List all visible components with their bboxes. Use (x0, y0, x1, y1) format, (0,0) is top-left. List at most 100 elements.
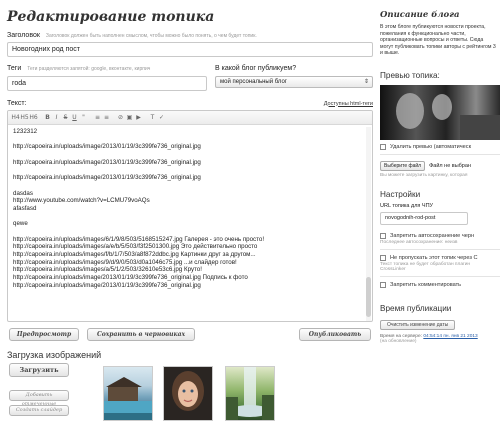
editor-line: http://capoeira.in/uploads/images/9/d/9/… (13, 258, 237, 266)
editor-line: afasfasd (13, 204, 37, 212)
quote-icon[interactable]: " (79, 114, 88, 121)
autosave-checkbox[interactable] (380, 232, 386, 239)
no-comments-checkbox[interactable] (380, 281, 386, 288)
title-input[interactable]: Новогодних род пост (7, 42, 373, 57)
editor-toolbar: H4 H5 H6 B I S U " ≡ ≡ ⊘ ▣ ▶ T ✓ (8, 111, 372, 125)
tags-label-row: Теги Теги разделяются запятой: google, в… (7, 65, 207, 72)
clear-format-icon[interactable]: T (148, 114, 157, 121)
publish-button[interactable]: Опубликовать (299, 328, 371, 341)
blog-desc-title: Описание блога (380, 10, 460, 20)
tags-blog-row: Теги Теги разделяются запятой: google, в… (7, 65, 373, 91)
uploaded-image-1[interactable] (103, 366, 153, 421)
portrait-image (172, 371, 204, 411)
divider (380, 153, 500, 155)
editor-line: http://capoeira.in/uploads/image/2013/01… (13, 281, 201, 289)
editor-line: http://capoeira.in/uploads/images/a/e/b/… (13, 243, 258, 251)
blog-select[interactable]: мой персональный блог ⇕ (215, 76, 373, 88)
h4-button[interactable]: H4 (11, 114, 20, 121)
image-icon[interactable]: ▣ (125, 114, 134, 121)
editor-scrollbar[interactable] (366, 127, 371, 321)
delete-preview-label: Удалить превью (автоматическ (390, 143, 472, 150)
editor-line: http://capoeira.in/uploads/images/f/b/1/… (13, 251, 256, 258)
waterfall-image (226, 367, 274, 420)
uploads-title: Загрузка изображений (7, 350, 102, 360)
tags-label: Теги (7, 65, 22, 72)
tags-input[interactable]: roda (7, 76, 207, 91)
editor-line: qewe (13, 220, 28, 228)
tags-hint: Теги разделяются запятой: google, вконта… (27, 65, 151, 72)
tags-group: Теги Теги разделяются запятой: google, в… (7, 65, 207, 91)
unordered-list-icon[interactable]: ≡ (93, 114, 102, 121)
divider (380, 275, 500, 277)
crosslinker-text: CrossLinker (380, 266, 406, 272)
beach-hut-image (104, 377, 152, 420)
autosave-row: Запретить автосохранение черн (380, 232, 500, 239)
editor-text[interactable]: 1232312 http://capoeira.in/uploads/image/… (8, 125, 372, 321)
uploads-area: Загрузить Добавить отмеченные Создать сл… (7, 360, 373, 426)
editor-line: http://capoeira.in/uploads/image/2013/01… (13, 174, 201, 182)
scrollbar-thumb[interactable] (366, 277, 371, 317)
no-file-text: Файл не выбран (429, 162, 471, 169)
editor-line: http://www.youtube.com/watch?v=LCMU79voA… (13, 197, 150, 205)
file-row: Выберите файл Файл не выбран (380, 160, 500, 171)
divider (380, 248, 500, 250)
server-time-note: (на обновление) (380, 338, 417, 344)
save-draft-button[interactable]: Сохранить в черновиках (87, 328, 195, 341)
choose-file-button[interactable]: Выберите файл (380, 160, 426, 171)
action-buttons: Предпросмотр Сохранить в черновиках Опуб… (7, 328, 373, 346)
h6-button[interactable]: H6 (29, 114, 38, 121)
link-icon[interactable]: ⊘ (116, 114, 125, 121)
text-label-row: Текст: Доступны html-теги (7, 100, 373, 107)
uploaded-image-3[interactable] (225, 366, 275, 421)
upload-button[interactable]: Загрузить (9, 363, 69, 377)
bold-button[interactable]: B (43, 114, 52, 121)
skip-cross-checkbox[interactable] (380, 254, 386, 261)
editor-line: http://capoeira.in/uploads/image/2013/01… (13, 158, 201, 166)
server-time-value[interactable]: 04:54:14 пн. янв 21 2013 (423, 334, 477, 339)
strike-button[interactable]: S (61, 114, 70, 121)
h5-button[interactable]: H5 (20, 114, 29, 121)
uploaded-image-2[interactable] (163, 366, 213, 421)
preview-hint: Вы можете загрузить картинку, которая (380, 172, 468, 178)
text-editor[interactable]: H4 H5 H6 B I S U " ≡ ≡ ⊘ ▣ ▶ T ✓ 1232312… (7, 110, 373, 322)
underline-button[interactable]: U (70, 114, 79, 121)
pub-time-title: Время публикации (380, 303, 452, 313)
spellcheck-icon[interactable]: ✓ (157, 114, 166, 121)
settings-title: Настройки (380, 189, 421, 199)
italic-button[interactable]: I (52, 114, 61, 121)
server-time-label: Время на сервере: (380, 333, 422, 339)
preview-title: Превью топика: (380, 70, 440, 80)
video-icon[interactable]: ▶ (134, 114, 143, 121)
title-label: Заголовок (7, 32, 40, 39)
editor-line: http://capoeira.in/uploads/images/a/5/1/… (13, 266, 202, 274)
preview-photo (396, 92, 500, 140)
no-comments-label: Запретить комментировать (390, 281, 462, 288)
delete-preview-row: Удалить превью (автоматическ (380, 143, 500, 150)
clear-date-button[interactable]: Очистить изменение даты (380, 319, 456, 330)
edit-topic-page: Редактирование топика Заголовок Заголово… (0, 0, 500, 445)
add-selected-button[interactable]: Добавить отмеченные (9, 390, 69, 407)
editor-line: http://capoeira.in/uploads/image/2013/01… (13, 143, 201, 151)
editor-line: http://capoeira.in/uploads/image/2013/01… (13, 274, 248, 282)
autosave-hint: Последнее автосохранение: неизв (380, 239, 458, 245)
blog-desc-text: В этом блоге публикуются новости проекта… (380, 24, 496, 56)
blog-group: В какой блог публикуем? мой персональный… (215, 65, 373, 88)
html-tags-link[interactable]: Доступны html-теги (324, 101, 373, 107)
no-comments-row: Запретить комментировать (380, 281, 500, 288)
autosave-label: Запретить автосохранение черн (390, 232, 475, 239)
page-title: Редактирование топика (7, 9, 215, 25)
url-input[interactable]: novogodnih-rod-post (380, 211, 468, 225)
blog-select-value: мой персональный блог (220, 79, 287, 85)
delete-preview-checkbox[interactable] (380, 143, 386, 150)
blog-select-label: В какой блог публикуем? (215, 65, 297, 72)
preview-button[interactable]: Предпросмотр (9, 328, 79, 341)
main-column: Редактирование топика Заголовок Заголово… (7, 0, 373, 426)
url-label: URL топика для ЧПУ (380, 202, 434, 209)
ordered-list-icon[interactable]: ≡ (102, 114, 111, 121)
create-slider-button[interactable]: Создать слайдер (9, 405, 69, 416)
